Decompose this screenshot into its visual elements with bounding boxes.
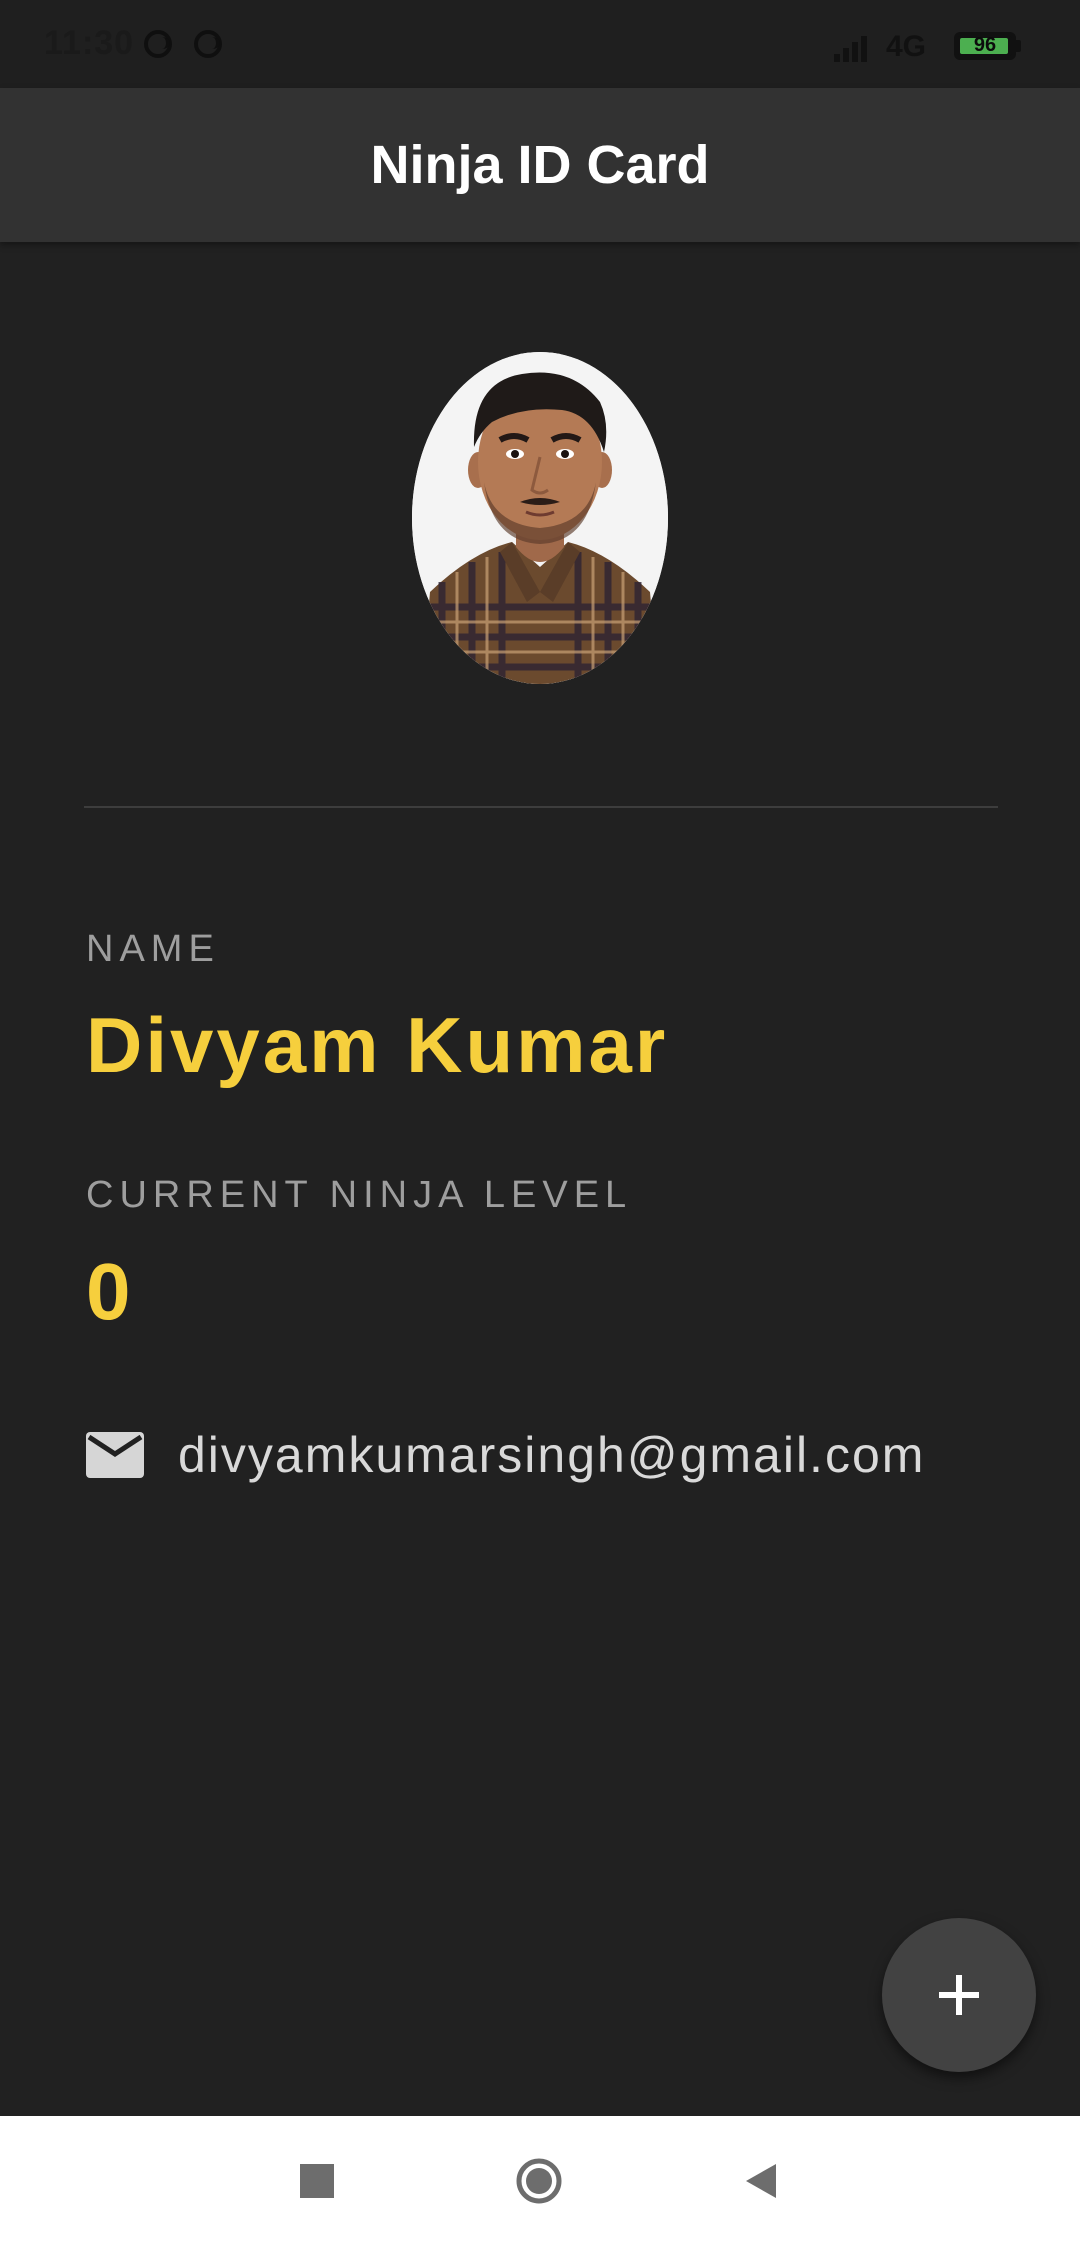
network-type: 4G [886,30,927,63]
home-button[interactable] [514,2156,564,2206]
system-nav-bar [0,2116,1080,2246]
name-label: NAME [86,928,220,970]
signal-icon [834,32,874,62]
sync-icon [194,30,222,58]
battery-percent: 96 [973,34,997,56]
status-bar: 11:30 4G 96 [0,0,1080,88]
email-text: divyamkumarsingh@gmail.com [178,1427,926,1483]
mail-icon [86,1432,144,1478]
page-title: Ninja ID Card [370,135,710,195]
back-button[interactable] [736,2156,786,2206]
circle-icon [516,2158,562,2204]
name-value: Divyam Kumar [86,1001,669,1089]
add-icon [939,1975,979,2015]
sync-icon [144,30,172,58]
app-bar: Ninja ID Card [0,88,1080,242]
level-value: 0 [86,1247,134,1336]
triangle-back-icon [746,2164,776,2198]
add-button[interactable] [882,1918,1036,2072]
recents-button[interactable] [292,2156,342,2206]
divider [84,806,998,808]
battery-tip [1016,40,1021,52]
level-label: CURRENT NINJA LEVEL [86,1174,633,1216]
status-time: 11:30 [44,24,135,62]
email-row: divyamkumarsingh@gmail.com [86,1420,925,1490]
square-icon [300,2164,334,2198]
avatar [412,352,668,684]
battery-icon: 96 [954,32,1016,60]
